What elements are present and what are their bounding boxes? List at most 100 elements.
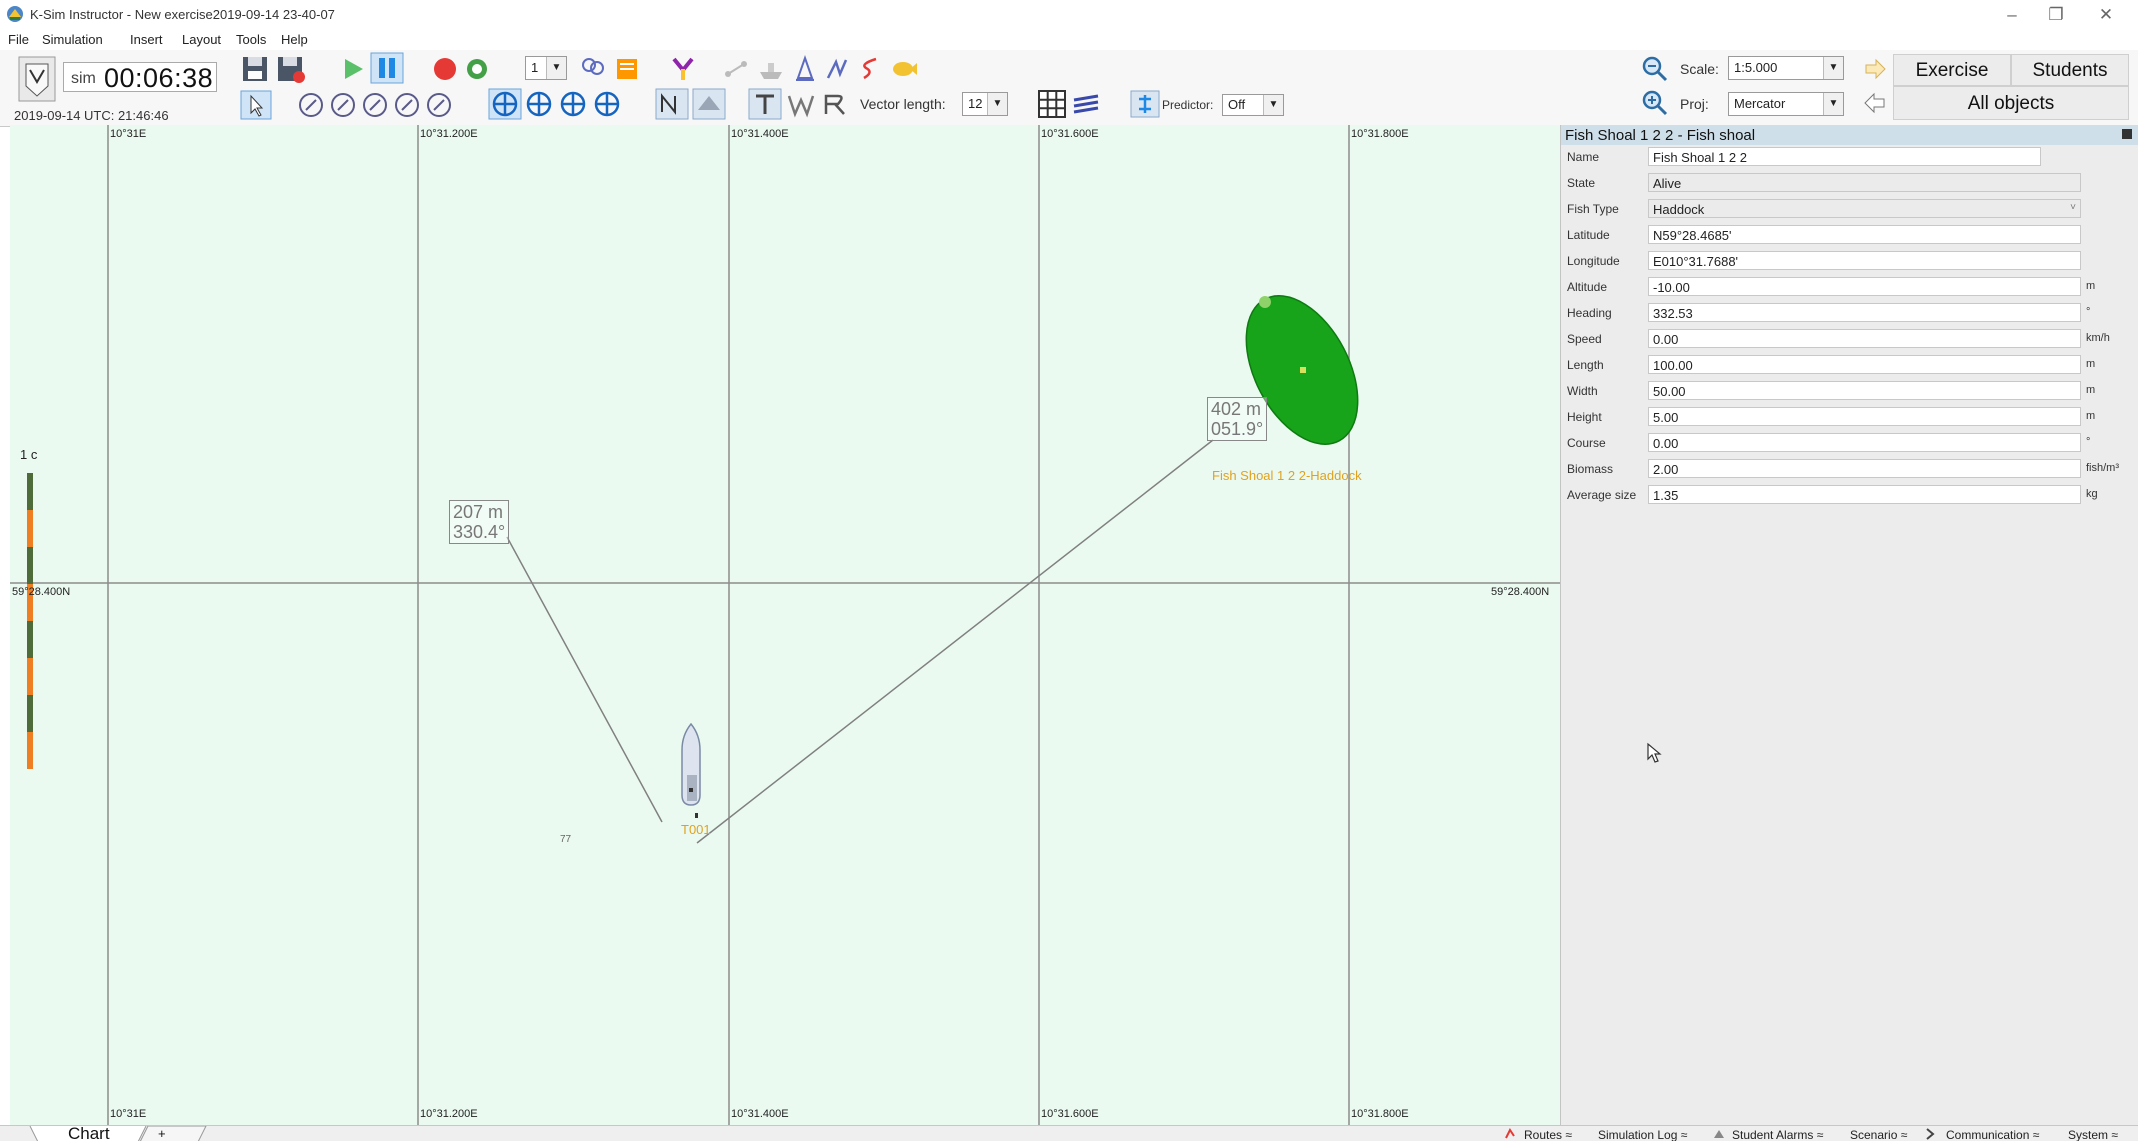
status-routes[interactable]: Routes ≈ bbox=[1524, 1128, 1572, 1141]
chart-marker-label: 77 bbox=[560, 834, 572, 845]
menu-tools[interactable]: Tools bbox=[236, 32, 266, 47]
heading-field[interactable]: 332.53 bbox=[1648, 303, 2081, 322]
line-tool-icon[interactable] bbox=[822, 54, 852, 84]
fish-shoal-label[interactable]: Fish Shoal 1 2 2-Haddock bbox=[1212, 468, 1362, 483]
maximize-button[interactable]: ❐ bbox=[2034, 2, 2078, 28]
vector-length-select[interactable]: 12 ▼ bbox=[962, 92, 1008, 116]
text-t-icon[interactable] bbox=[748, 88, 782, 120]
course-field[interactable]: 0.00 bbox=[1648, 433, 2081, 452]
measure-line-2 bbox=[696, 439, 1214, 844]
ship-t001[interactable] bbox=[681, 722, 701, 818]
proj-select[interactable]: Mercator ▼ bbox=[1728, 92, 1844, 116]
squiggle-tool-icon[interactable] bbox=[856, 54, 886, 84]
zoom-out-icon[interactable] bbox=[1640, 54, 1670, 84]
height-field[interactable]: 5.00 bbox=[1648, 407, 2081, 426]
restart-icon[interactable] bbox=[462, 54, 492, 84]
chevron-down-icon: ˅ bbox=[2070, 202, 2076, 213]
speed-field[interactable]: 0.00 bbox=[1648, 329, 2081, 348]
ship-label[interactable]: T001 bbox=[681, 822, 711, 837]
status-communication[interactable]: Communication ≈ bbox=[1946, 1128, 2039, 1141]
play-icon[interactable] bbox=[338, 54, 368, 84]
altitude-field[interactable]: -10.00 bbox=[1648, 277, 2081, 296]
property-row-longitude: Longitude E010°31.7688' bbox=[1561, 248, 2138, 274]
menu-file[interactable]: File bbox=[8, 32, 29, 47]
add-tab-button[interactable]: + bbox=[158, 1126, 166, 1141]
save-as-icon[interactable] bbox=[275, 54, 307, 84]
select-pointer-icon[interactable] bbox=[240, 90, 272, 120]
property-label: Average size bbox=[1567, 488, 1637, 502]
proj-label: Proj: bbox=[1680, 96, 1709, 112]
nautical-chart[interactable]: 10°31E 10°31.200E 10°31.400E 10°31.600E … bbox=[10, 125, 1560, 1125]
pin-icon[interactable] bbox=[2122, 129, 2132, 139]
measure-distance: 207 m bbox=[453, 502, 504, 522]
save-icon[interactable] bbox=[240, 54, 272, 84]
status-scenario[interactable]: Scenario ≈ bbox=[1850, 1128, 1907, 1141]
text-w-icon[interactable] bbox=[784, 88, 818, 120]
status-system[interactable]: System ≈ bbox=[2068, 1128, 2118, 1141]
forward-arrow-icon[interactable] bbox=[1862, 56, 1888, 82]
status-simulation-log[interactable]: Simulation Log ≈ bbox=[1598, 1128, 1687, 1141]
buoy-tool-icon[interactable] bbox=[790, 54, 820, 84]
latitude-field[interactable]: N59°28.4685' bbox=[1648, 225, 2081, 244]
property-label: Fish Type bbox=[1567, 202, 1619, 216]
tab-exercise[interactable]: Exercise bbox=[1893, 54, 2011, 86]
grid-icon[interactable] bbox=[1036, 88, 1068, 120]
report-icon[interactable] bbox=[612, 54, 642, 84]
shoal-handle[interactable] bbox=[1259, 296, 1271, 308]
vector-length-value: 12 bbox=[968, 96, 983, 111]
menu-help[interactable]: Help bbox=[281, 32, 308, 47]
menu-layout[interactable]: Layout bbox=[182, 32, 221, 47]
lon-label-bottom: 10°31.200E bbox=[420, 1108, 478, 1120]
length-field[interactable]: 100.00 bbox=[1648, 355, 2081, 374]
close-button[interactable]: ✕ bbox=[2084, 2, 2128, 28]
menu-insert[interactable]: Insert bbox=[130, 32, 163, 47]
people-icon[interactable] bbox=[578, 54, 608, 84]
predictor-icon[interactable] bbox=[1130, 88, 1160, 120]
longitude-field[interactable]: E010°31.7688' bbox=[1648, 251, 2081, 270]
scale-bar bbox=[27, 473, 33, 769]
property-row-speed: Speed 0.00 km/h bbox=[1561, 326, 2138, 352]
back-arrow-icon[interactable] bbox=[1862, 90, 1888, 116]
average-size-field[interactable]: 1.35 bbox=[1648, 485, 2081, 504]
measure-tools-group[interactable] bbox=[296, 90, 466, 120]
tab-students[interactable]: Students bbox=[2011, 54, 2129, 86]
sim-clock: sim 00:06:38 bbox=[63, 62, 217, 93]
target-tools-group[interactable] bbox=[488, 88, 628, 120]
properties-panel: Fish Shoal 1 2 2 - Fish shoal Name Fish … bbox=[1560, 125, 2138, 1125]
unit-label: m bbox=[2086, 280, 2096, 292]
minimize-button[interactable]: – bbox=[1990, 2, 2034, 28]
route-tool-icon[interactable] bbox=[720, 54, 754, 84]
bottom-bar: Chart + Routes ≈ Simulation Log ≈ Studen… bbox=[0, 1125, 2138, 1141]
chevron-down-icon: ▼ bbox=[546, 57, 566, 79]
speed-value: 1 bbox=[531, 60, 539, 75]
scale-bar-label: 1 c bbox=[20, 447, 38, 462]
filter-icon[interactable] bbox=[668, 54, 698, 84]
name-field[interactable]: Fish Shoal 1 2 2 bbox=[1648, 147, 2041, 166]
depth-layers-icon[interactable] bbox=[1070, 88, 1102, 120]
width-field[interactable]: 50.00 bbox=[1648, 381, 2081, 400]
pause-icon[interactable] bbox=[370, 52, 404, 84]
speed-select[interactable]: 1 ▼ bbox=[525, 56, 567, 80]
status-student-alarms[interactable]: Student Alarms ≈ bbox=[1732, 1128, 1823, 1141]
north-up-icon[interactable] bbox=[655, 88, 689, 120]
chart-layers-icon[interactable] bbox=[692, 88, 726, 120]
shoal-center-marker[interactable] bbox=[1300, 367, 1306, 373]
biomass-field[interactable]: 2.00 bbox=[1648, 459, 2081, 478]
text-r-icon[interactable] bbox=[818, 88, 852, 120]
fish-type-select[interactable]: Haddock ˅ bbox=[1648, 199, 2081, 218]
tab-chart[interactable]: Chart bbox=[68, 1125, 110, 1141]
zoom-in-icon[interactable] bbox=[1640, 88, 1670, 118]
proj-value: Mercator bbox=[1734, 96, 1786, 111]
scale-select[interactable]: 1:5.000 ▼ bbox=[1728, 56, 1844, 80]
record-icon[interactable] bbox=[430, 54, 460, 84]
predictor-select[interactable]: Off ▼ bbox=[1222, 94, 1284, 116]
scale-label: Scale: bbox=[1680, 61, 1719, 77]
ship-tool-icon[interactable] bbox=[756, 54, 786, 84]
measure-bearing: 330.4° bbox=[453, 522, 506, 542]
menu-simulation[interactable]: Simulation bbox=[42, 32, 103, 47]
fish-tool-icon[interactable] bbox=[888, 54, 918, 84]
tab-all-objects[interactable]: All objects bbox=[1893, 86, 2129, 120]
lon-label-top: 10°31.600E bbox=[1041, 128, 1099, 140]
unit-label: km/h bbox=[2086, 332, 2110, 344]
property-row-width: Width 50.00 m bbox=[1561, 378, 2138, 404]
